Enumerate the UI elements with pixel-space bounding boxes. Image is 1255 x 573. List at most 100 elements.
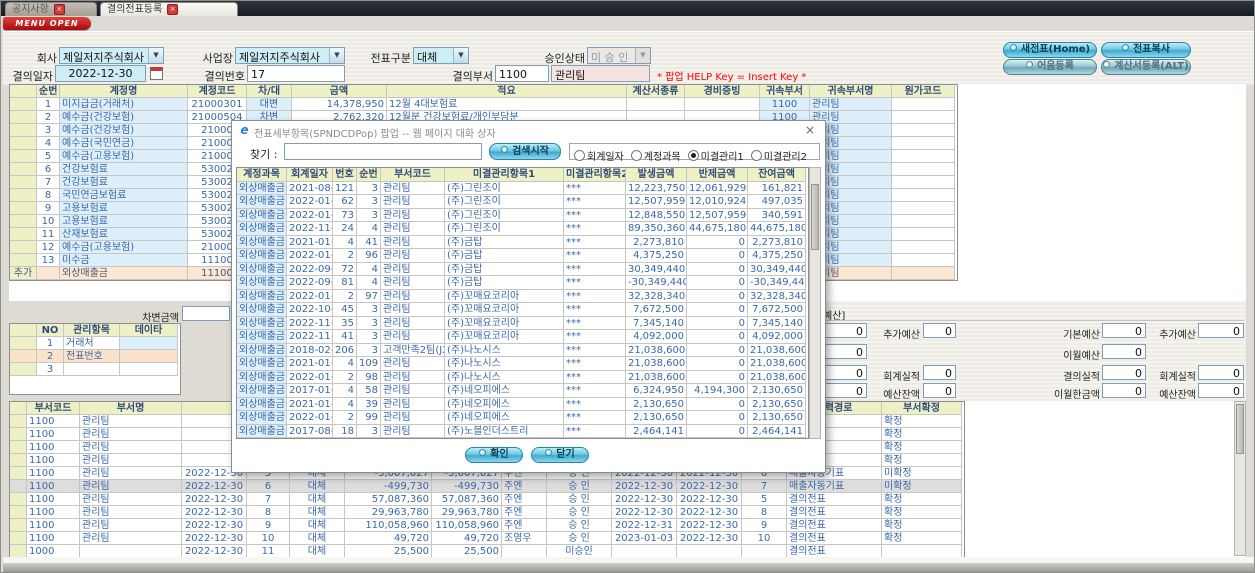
- table-row[interactable]: 외상매출금2022-09-30814관리팀(주)금탑***-30,349,440…: [237, 276, 808, 290]
- bottom-grid-scrollbar[interactable]: [1234, 401, 1246, 556]
- cell: 1100: [27, 428, 80, 441]
- chevron-down-icon[interactable]: ▼: [329, 48, 344, 63]
- search-button[interactable]: 검색시작: [489, 143, 561, 160]
- radio-icon[interactable]: [750, 150, 762, 161]
- radio-label: 회계일자: [587, 152, 624, 163]
- cell: 497,035: [748, 195, 806, 209]
- tab-slip-register[interactable]: 결의전표등록 ×: [100, 2, 238, 16]
- cell: 10: [37, 215, 60, 228]
- budget-right-r3v1[interactable]: 0: [1102, 365, 1146, 380]
- cell: 미확정: [882, 467, 962, 480]
- table-row[interactable]: 2 전표번호: [10, 350, 180, 363]
- debit-amount-input[interactable]: [182, 306, 230, 321]
- date-field[interactable]: 2022-12-30: [55, 65, 146, 82]
- site-select[interactable]: 제일저지주식회사 ▼: [235, 47, 345, 64]
- table-row[interactable]: 외상매출금2022-01-00299관리팀(주)네오피에스***2,130,65…: [237, 411, 808, 425]
- company-select[interactable]: 제일저지주식회사 ▼: [59, 47, 164, 64]
- chevron-down-icon[interactable]: ▼: [453, 48, 468, 63]
- budget-right-r4v2[interactable]: 0: [1198, 383, 1244, 398]
- dialog-title-bar[interactable]: e 전표세부항목(SPNDCDPop) 팝업 -- 웹 페이지 대화 상자 ×: [232, 121, 825, 141]
- budget-right-r1v2[interactable]: 0: [1198, 323, 1244, 338]
- chevron-down-icon[interactable]: ▼: [148, 48, 163, 63]
- radio-option-1[interactable]: 계정과목: [630, 150, 681, 164]
- radio-selected-icon[interactable]: [687, 150, 699, 161]
- table-row[interactable]: 1 거래처: [10, 337, 180, 350]
- popup-grid-scrollbar[interactable]: [809, 167, 821, 439]
- table-header-row: NO 관리항목 데이타: [10, 324, 180, 337]
- cell: 외상매출금: [237, 303, 287, 317]
- table-row[interactable]: 1100 관리팀 2022-12-30 10 대체 49,720 49,720 조영우 승 인2…: [10, 532, 964, 545]
- tab-close-icon[interactable]: ×: [167, 4, 179, 15]
- cell: 1100: [27, 532, 80, 545]
- table-row[interactable]: 1100 관리팀 2022-12-30 9 대체 110,058,960 110,058,9…: [10, 519, 964, 532]
- table-row[interactable]: 외상매출금2021-01-00441관리팀(주)금탑***2,273,81002…: [237, 235, 808, 249]
- close-icon[interactable]: ×: [803, 123, 817, 137]
- table-row[interactable]: 외상매출금2022-01-00296관리팀(주)금탑***4,375,25004…: [237, 249, 808, 263]
- budget-left-r4v2[interactable]: 0: [923, 383, 956, 398]
- ok-button[interactable]: 확인: [465, 447, 523, 463]
- table-row[interactable]: 외상매출금2021-08-311213관리팀(주)그린조이***12,223,7…: [237, 181, 808, 195]
- find-input[interactable]: [284, 143, 482, 160]
- cell: 2: [333, 370, 357, 384]
- table-row[interactable]: 외상매출금2018-02-282063고객만족2팀(J2(주)나노시스***21…: [237, 343, 808, 357]
- table-row[interactable]: 1100 관리팀 2022-12-30 8 대체 29,963,780 29,963,780…: [10, 506, 964, 519]
- copy-slip-button[interactable]: 전표복사: [1101, 42, 1191, 58]
- cell: 4: [333, 357, 357, 371]
- budget-left-r3v2[interactable]: 0: [923, 365, 956, 380]
- table-row[interactable]: 1100 관리팀 2022-12-30 7 대체 57,087,360 57,087,360…: [10, 493, 964, 506]
- table-row[interactable]: 외상매출금2022-01-31733관리팀(주)그린조이***12,848,55…: [237, 208, 808, 222]
- cell: (주)금탑: [445, 262, 564, 276]
- table-row[interactable]: 외상매출금2022-11-30244관리팀(주)그린조이***89,350,36…: [237, 222, 808, 236]
- button-label: 전표복사: [1133, 44, 1170, 55]
- table-row[interactable]: 1100 관리팀 2022-12-30 6 대체 -499,730 -499,730 주엔 승 …: [10, 480, 964, 493]
- table-row[interactable]: 외상매출금2022-11-30353관리팀(주)꼬매요코리아***7,345,1…: [237, 316, 808, 330]
- cell: (주)나노시스: [445, 370, 564, 384]
- table-row[interactable]: 외상매출금2022-10-31453관리팀(주)꼬매요코리아***7,672,5…: [237, 303, 808, 317]
- table-row[interactable]: 3: [10, 363, 180, 376]
- radio-option-3[interactable]: 미결관리2: [750, 150, 807, 164]
- radio-icon[interactable]: [630, 150, 642, 161]
- budget-right-r4v1[interactable]: 0: [1102, 383, 1146, 398]
- table-row[interactable]: 외상매출금2022-01-31623관리팀(주)그린조이***12,507,95…: [237, 195, 808, 209]
- table-row[interactable]: 외상매출금2022-01-00297관리팀(주)꼬매요코리아***32,328,…: [237, 289, 808, 303]
- cell: 44,675,180: [687, 222, 748, 236]
- radio-option-0[interactable]: 회계일자: [574, 150, 624, 164]
- cell: (주)나노시스: [445, 343, 564, 357]
- slip-no-input[interactable]: [247, 65, 345, 82]
- dialog-close-button[interactable]: 닫기: [531, 447, 589, 463]
- cell: 2022-12-30: [677, 493, 742, 506]
- cell: 2,273,810: [626, 235, 687, 249]
- budget-right-r3v2[interactable]: 0: [1198, 365, 1244, 380]
- new-slip-button[interactable]: 새전표(Home): [1003, 42, 1097, 58]
- budget-left-r1v2[interactable]: 0: [923, 323, 956, 338]
- table-row[interactable]: 외상매출금2021-01-00439관리팀(주)네오피에스***2,130,65…: [237, 397, 808, 411]
- calendar-icon[interactable]: [150, 67, 163, 80]
- radio-icon[interactable]: [574, 150, 585, 161]
- cell: [10, 215, 37, 228]
- tab-notice[interactable]: 공지사항 ×: [5, 2, 97, 16]
- table-row[interactable]: 외상매출금2022-01-00298관리팀(주)나노시스***21,038,60…: [237, 370, 808, 384]
- tab-close-icon[interactable]: ×: [53, 4, 65, 15]
- cell: 4: [357, 262, 381, 276]
- table-row[interactable]: 외상매출금2021-01-004109관리팀(주)나노시스***21,038,6…: [237, 357, 808, 371]
- cell: [892, 241, 955, 254]
- cell: 고용보험료: [60, 202, 188, 215]
- menu-open-badge[interactable]: MENU OPEN: [3, 17, 91, 30]
- table-row[interactable]: 1 미지급금(거래처) 21000301 대변 14,378,950 12월 4대보험료 1…: [10, 98, 957, 111]
- cell: ***: [564, 276, 626, 290]
- table-row[interactable]: 외상매출금2022-09-30724관리팀(주)금탑***30,349,4400…: [237, 262, 808, 276]
- cell: [685, 98, 760, 111]
- budget-right-r1v1[interactable]: 0: [1102, 323, 1146, 338]
- cell: 결의전표: [787, 532, 882, 545]
- cell: 4: [357, 222, 381, 236]
- cell: (주)금탑: [445, 235, 564, 249]
- header-cell: 적요: [387, 85, 627, 98]
- budget-right-r2v1[interactable]: 0: [1102, 344, 1146, 359]
- table-row[interactable]: 외상매출금2022-11-30413관리팀(주)꼬매요코리아***4,092,0…: [237, 330, 808, 344]
- dept-code-input[interactable]: [495, 65, 549, 82]
- radio-option-2[interactable]: 미결관리1: [687, 150, 744, 164]
- table-row[interactable]: 외상매출금2017-08-01183관리팀(주)노블인더스트리***2,464,…: [237, 424, 808, 438]
- slip-type-select[interactable]: 대체 ▼: [413, 47, 469, 64]
- cell: (주)나노시스: [445, 357, 564, 371]
- table-row[interactable]: 외상매출금2017-01-00458관리팀(주)네오피에스***6,324,95…: [237, 384, 808, 398]
